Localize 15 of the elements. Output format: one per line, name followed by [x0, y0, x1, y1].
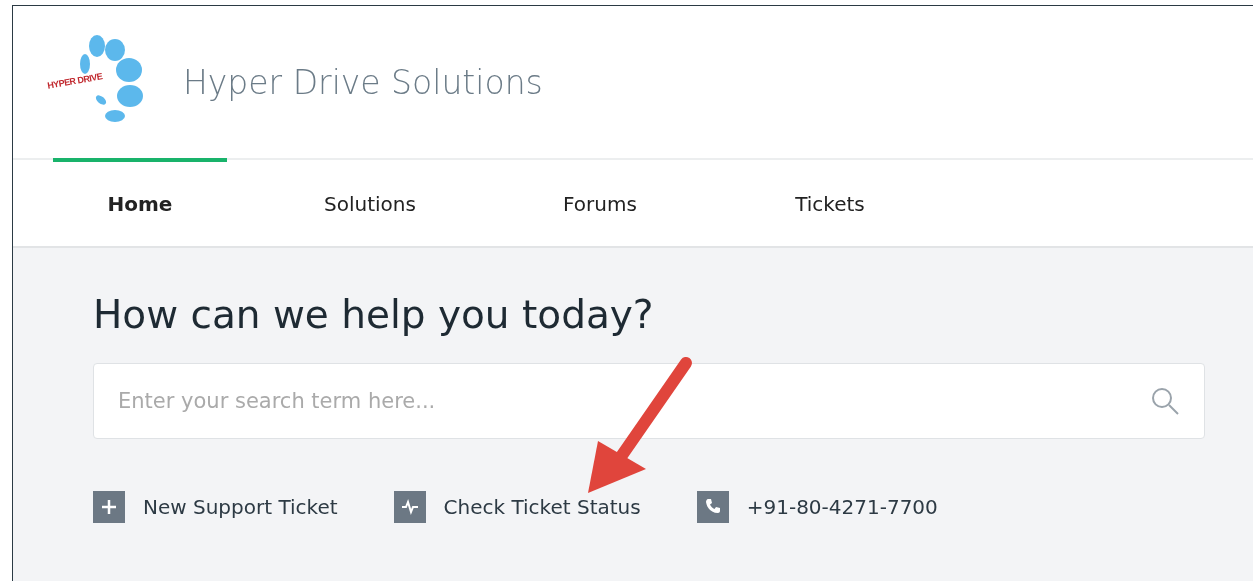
- nav-tab[interactable]: Solutions: [283, 158, 457, 246]
- nav-tab[interactable]: Tickets: [743, 158, 917, 246]
- search-icon[interactable]: [1149, 385, 1181, 417]
- nav-tab[interactable]: Home: [53, 158, 227, 246]
- quick-link[interactable]: New Support Ticket: [143, 495, 338, 519]
- plus-icon: [93, 491, 125, 523]
- site-title: Hyper Drive Solutions: [183, 62, 543, 102]
- logo-text: HYPER DRIVE: [46, 71, 103, 91]
- phone-icon: [696, 491, 729, 523]
- search-field[interactable]: Enter your search term here...: [93, 363, 1205, 439]
- quick-link[interactable]: Check Ticket Status: [443, 495, 641, 519]
- pulse-icon: [393, 491, 426, 523]
- quick-link[interactable]: +91-80-4271-7700: [746, 495, 938, 519]
- page-heading: How can we help you today?: [93, 292, 655, 337]
- nav-tab[interactable]: Forums: [513, 158, 687, 246]
